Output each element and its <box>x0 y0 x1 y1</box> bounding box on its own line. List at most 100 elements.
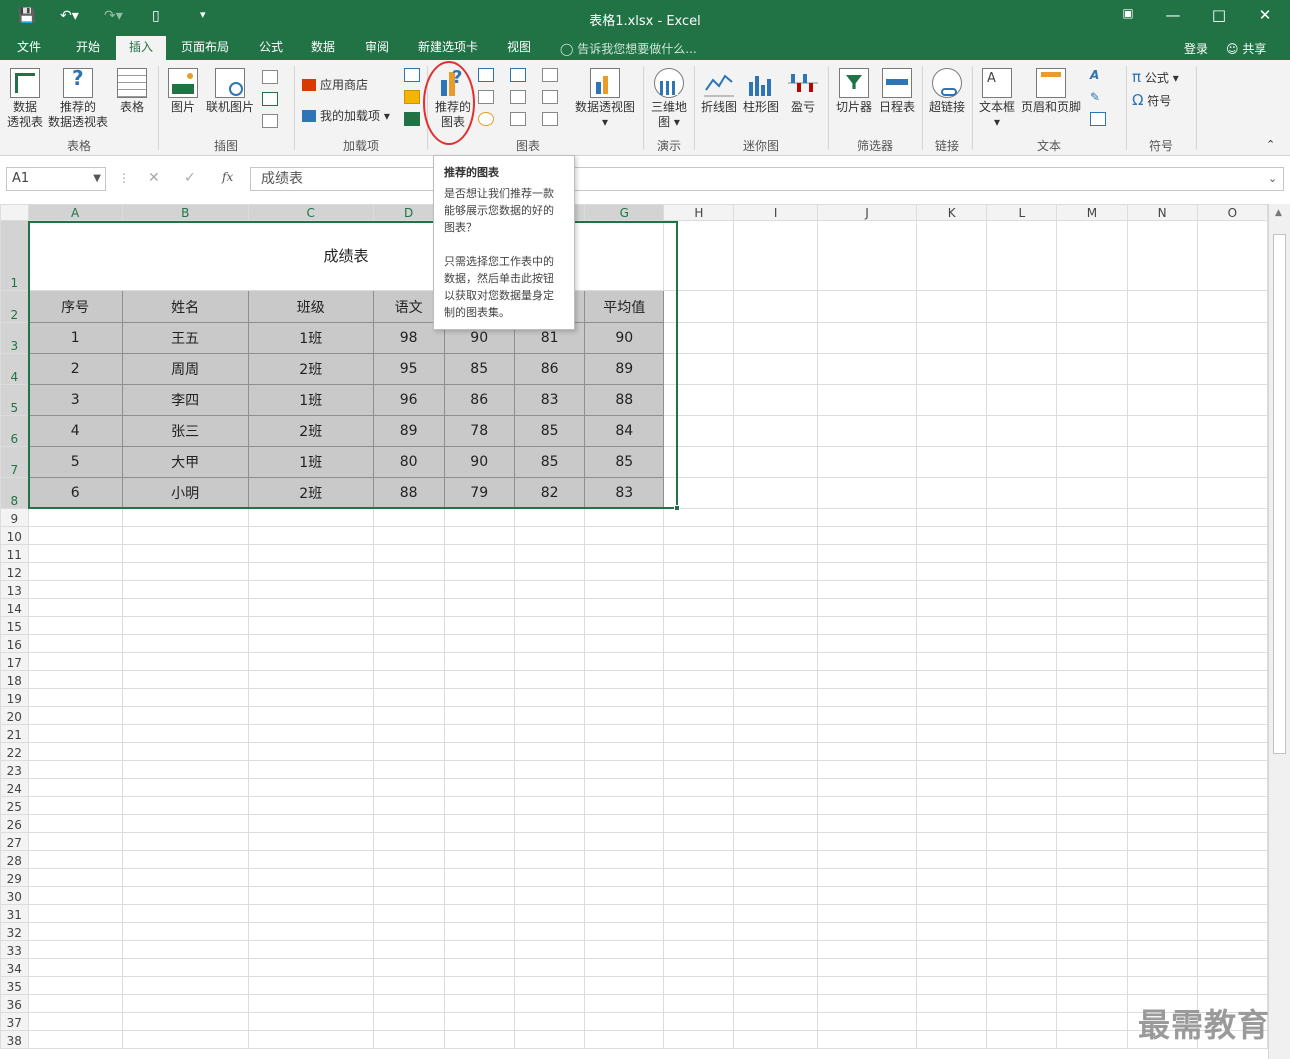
cell[interactable] <box>733 814 818 833</box>
cell[interactable] <box>663 290 735 323</box>
cell[interactable] <box>1196 634 1268 653</box>
cell[interactable] <box>443 1012 515 1031</box>
cell[interactable] <box>247 796 374 815</box>
cell[interactable] <box>1056 562 1128 581</box>
cell[interactable] <box>372 850 445 869</box>
cell[interactable] <box>584 994 665 1013</box>
cell[interactable] <box>372 544 445 563</box>
row-header[interactable]: 38 <box>0 1030 29 1049</box>
cell[interactable] <box>584 832 665 851</box>
cell[interactable] <box>584 508 665 527</box>
column-header[interactable]: G <box>584 204 665 221</box>
cell[interactable] <box>816 670 918 689</box>
cell[interactable] <box>247 994 374 1013</box>
cell[interactable] <box>986 760 1058 779</box>
cell[interactable] <box>733 976 818 995</box>
cell[interactable] <box>1056 850 1128 869</box>
cell[interactable] <box>1056 760 1128 779</box>
cell[interactable] <box>733 353 818 385</box>
row-header[interactable]: 19 <box>0 688 29 707</box>
cell[interactable] <box>986 796 1058 815</box>
cell[interactable] <box>1126 384 1198 416</box>
cell[interactable] <box>916 868 988 887</box>
cell[interactable] <box>247 526 374 545</box>
column-header[interactable]: M <box>1056 204 1128 221</box>
my-addins-button[interactable]: 我的加载项 ▾ <box>302 107 390 124</box>
tab-new-tab[interactable]: 新建选项卡 <box>408 36 488 60</box>
cell[interactable] <box>1126 724 1198 743</box>
shapes-icon[interactable] <box>262 70 278 84</box>
cell[interactable] <box>663 508 735 527</box>
cell[interactable] <box>27 598 123 617</box>
cell[interactable] <box>816 322 918 354</box>
row-header[interactable]: 5 <box>0 384 29 416</box>
cell[interactable] <box>247 958 374 977</box>
cell[interactable] <box>513 508 586 527</box>
cell[interactable] <box>584 634 665 653</box>
cell[interactable] <box>1126 940 1198 959</box>
line-chart-icon[interactable] <box>478 90 494 104</box>
equation-button[interactable]: π 公式 ▾ <box>1132 68 1179 86</box>
cell[interactable] <box>121 706 249 725</box>
row-header[interactable]: 15 <box>0 616 29 635</box>
minimize-icon[interactable]: — <box>1161 6 1185 24</box>
cell[interactable] <box>916 290 988 323</box>
cell[interactable] <box>27 922 123 941</box>
cell[interactable] <box>1056 634 1128 653</box>
cell[interactable] <box>816 796 918 815</box>
cell[interactable] <box>916 994 988 1013</box>
cell[interactable] <box>916 922 988 941</box>
cell[interactable] <box>443 580 515 599</box>
cell[interactable] <box>663 598 735 617</box>
cell[interactable] <box>916 1012 988 1031</box>
wordart-icon[interactable]: A <box>1090 68 1106 82</box>
cell[interactable] <box>816 724 918 743</box>
cell[interactable] <box>1126 220 1198 291</box>
cell[interactable] <box>1196 526 1268 545</box>
cell[interactable] <box>1196 886 1268 905</box>
cell[interactable] <box>986 904 1058 923</box>
cell[interactable] <box>1196 598 1268 617</box>
scroll-thumb[interactable] <box>1273 234 1286 754</box>
column-header[interactable]: I <box>733 204 818 221</box>
cell[interactable] <box>513 760 586 779</box>
cell[interactable] <box>247 976 374 995</box>
recommended-chart-button[interactable]: ? 推荐的 图表 <box>431 68 475 130</box>
cell[interactable] <box>816 832 918 851</box>
cell[interactable] <box>1126 850 1198 869</box>
cell[interactable] <box>663 868 735 887</box>
cell[interactable] <box>1196 562 1268 581</box>
cell[interactable] <box>443 598 515 617</box>
cell[interactable] <box>443 976 515 995</box>
cell[interactable] <box>27 796 123 815</box>
column-header[interactable]: L <box>986 204 1058 221</box>
cell[interactable] <box>916 724 988 743</box>
maximize-icon[interactable]: □ <box>1207 6 1231 24</box>
cell[interactable] <box>584 544 665 563</box>
cell[interactable] <box>372 778 445 797</box>
cell[interactable] <box>247 886 374 905</box>
header-cell[interactable]: 平均值 <box>584 290 665 323</box>
cell[interactable] <box>372 940 445 959</box>
column-chart-icon[interactable] <box>478 68 494 82</box>
row-header[interactable]: 1 <box>0 220 29 291</box>
cell[interactable] <box>121 724 249 743</box>
cell[interactable] <box>1196 958 1268 977</box>
cell[interactable] <box>121 940 249 959</box>
cell[interactable] <box>27 850 123 869</box>
cell[interactable] <box>733 415 818 447</box>
sparkline-line-button[interactable]: 折线图 <box>698 68 740 115</box>
cell[interactable] <box>1126 616 1198 635</box>
cell[interactable] <box>663 322 735 354</box>
worksheet-grid[interactable]: A B C D E F G H I J K L M N O 1 成绩表 <box>0 204 1268 1059</box>
cell[interactable] <box>372 580 445 599</box>
cell[interactable] <box>247 724 374 743</box>
cell[interactable] <box>986 220 1058 291</box>
cell[interactable] <box>816 544 918 563</box>
cell[interactable] <box>121 526 249 545</box>
cell[interactable] <box>916 886 988 905</box>
cell[interactable] <box>986 670 1058 689</box>
cell[interactable] <box>513 616 586 635</box>
insert-function-icon[interactable]: fx <box>222 170 233 184</box>
sparkline-column-button[interactable]: 柱形图 <box>741 68 781 115</box>
